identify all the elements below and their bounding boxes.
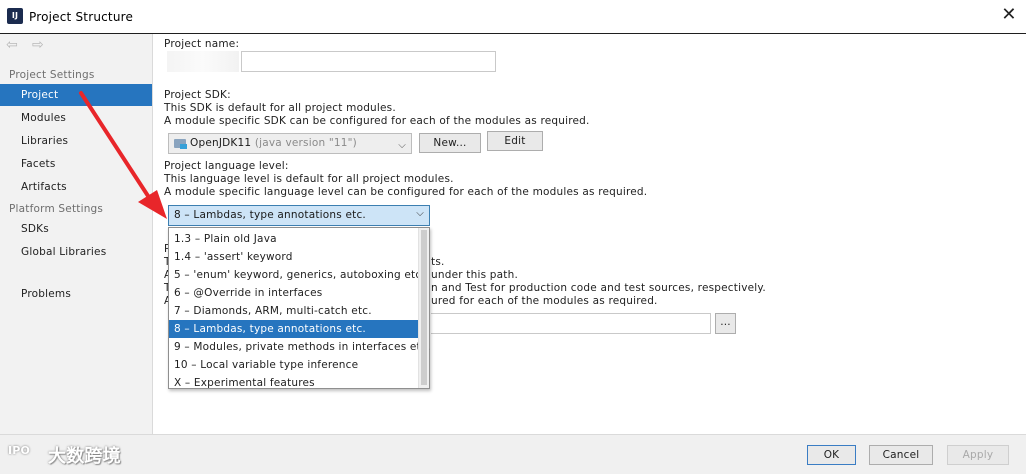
annotation-arrow-shaft (79, 91, 152, 201)
annotation-arrow-head (138, 190, 167, 219)
annotation-arrow (79, 91, 167, 219)
